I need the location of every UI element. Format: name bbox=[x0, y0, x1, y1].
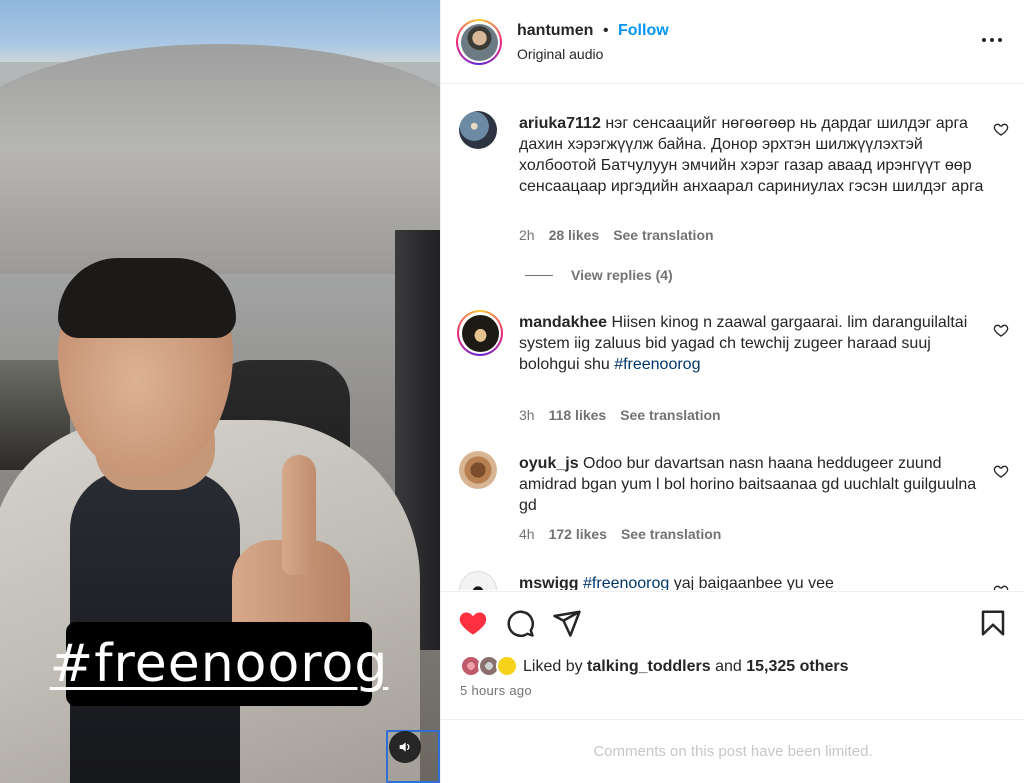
liked-by-text: Liked by talking_toddlers and 15,325 oth… bbox=[523, 658, 849, 675]
comment-icon[interactable] bbox=[505, 608, 535, 638]
comment-text: mandakhee Hiisen kinog n zaawal gargaara… bbox=[519, 312, 989, 375]
see-translation-link[interactable]: See translation bbox=[621, 526, 721, 542]
comment-time[interactable]: 3h bbox=[519, 407, 535, 423]
view-replies-label: View replies (4) bbox=[571, 267, 673, 283]
speaker-icon bbox=[399, 742, 410, 752]
avatar-image bbox=[460, 23, 498, 61]
post-timestamp[interactable]: 5 hours ago bbox=[460, 683, 532, 698]
comment-username[interactable]: mswigg bbox=[519, 575, 579, 590]
avatar[interactable] bbox=[456, 19, 502, 65]
post-panel: hantumen • Follow Original audio ariuka7… bbox=[440, 0, 1024, 783]
see-translation-link[interactable]: See translation bbox=[620, 407, 720, 423]
follow-button[interactable]: Follow bbox=[618, 22, 669, 40]
comments-list[interactable]: ariuka7112 нэг сенсаацийг нөгөөгөөр нь д… bbox=[441, 85, 1024, 590]
comment-avatar[interactable] bbox=[459, 451, 497, 489]
comment-username[interactable]: ariuka7112 bbox=[519, 115, 601, 132]
comment-username[interactable]: mandakhee bbox=[519, 314, 607, 331]
video-car-roof bbox=[0, 44, 440, 274]
heart-outline-icon[interactable] bbox=[993, 322, 1009, 338]
comment-avatar[interactable] bbox=[457, 310, 503, 356]
post-actions: Liked by talking_toddlers and 15,325 oth… bbox=[441, 591, 1024, 719]
heart-filled-icon[interactable] bbox=[458, 608, 488, 638]
comment-meta: 2h 28 likes See translation bbox=[519, 227, 714, 243]
comments-limited-text: Comments on this post have been limited. bbox=[593, 743, 873, 760]
view-replies-button[interactable]: View replies (4) bbox=[525, 267, 673, 283]
comment-time[interactable]: 2h bbox=[519, 227, 535, 243]
liked-by-avatars[interactable] bbox=[460, 655, 522, 679]
more-options-button[interactable] bbox=[978, 28, 1006, 52]
comment-avatar[interactable] bbox=[459, 571, 497, 590]
liker-avatar bbox=[496, 655, 518, 677]
video-person-hair bbox=[58, 258, 236, 338]
comment-meta: 4h 172 likes See translation bbox=[519, 526, 721, 542]
bookmark-icon[interactable] bbox=[978, 608, 1008, 638]
comment-likes[interactable]: 28 likes bbox=[549, 227, 600, 243]
comment-avatar[interactable] bbox=[459, 111, 497, 149]
share-icon[interactable] bbox=[552, 608, 582, 638]
audio-link[interactable]: Original audio bbox=[517, 46, 603, 62]
video-person-finger bbox=[282, 455, 316, 575]
heart-outline-icon[interactable] bbox=[993, 463, 1009, 479]
comment-text: oyuk_js Odoo bur davartsan nasn haana he… bbox=[519, 453, 989, 516]
hashtag-link[interactable]: #freenoorog bbox=[614, 356, 700, 373]
heart-outline-icon[interactable] bbox=[993, 121, 1009, 137]
heart-outline-icon[interactable] bbox=[993, 583, 1009, 590]
comment-likes[interactable]: 118 likes bbox=[549, 407, 607, 423]
comment-username[interactable]: oyuk_js bbox=[519, 455, 579, 472]
reel-video[interactable]: #freenoorog bbox=[0, 0, 440, 783]
comment-text: ariuka7112 нэг сенсаацийг нөгөөгөөр нь д… bbox=[519, 113, 989, 197]
comment-likes[interactable]: 172 likes bbox=[549, 526, 607, 542]
liked-by-user-link[interactable]: talking_toddlers bbox=[587, 658, 711, 675]
comments-limited-notice: Comments on this post have been limited. bbox=[441, 719, 1024, 783]
post-header: hantumen • Follow Original audio bbox=[441, 0, 1024, 84]
more-options-icon bbox=[982, 38, 986, 42]
video-hashtag-text: #freenoorog bbox=[49, 634, 389, 694]
likes-count-link[interactable]: 15,325 others bbox=[746, 658, 848, 675]
comment-body: yaj baigaanbee yu vee bbox=[669, 575, 834, 590]
author-username[interactable]: hantumen bbox=[517, 22, 593, 40]
comment-time[interactable]: 4h bbox=[519, 526, 535, 542]
see-translation-link[interactable]: See translation bbox=[613, 227, 713, 243]
separator-dot: • bbox=[603, 22, 609, 39]
comment-body-cont: bolohgui shu bbox=[519, 356, 615, 373]
comment-body: Odoo bur davartsan nasn haana heddugeer … bbox=[519, 455, 977, 514]
comment-meta: 3h 118 likes See translation bbox=[519, 407, 721, 423]
video-hashtag-overlay: #freenoorog bbox=[50, 622, 387, 706]
mute-button[interactable] bbox=[389, 731, 421, 763]
comment-text: mswigg #freenoorog yaj baigaanbee yu vee bbox=[519, 573, 989, 590]
hashtag-link[interactable]: #freenoorog bbox=[583, 575, 669, 590]
